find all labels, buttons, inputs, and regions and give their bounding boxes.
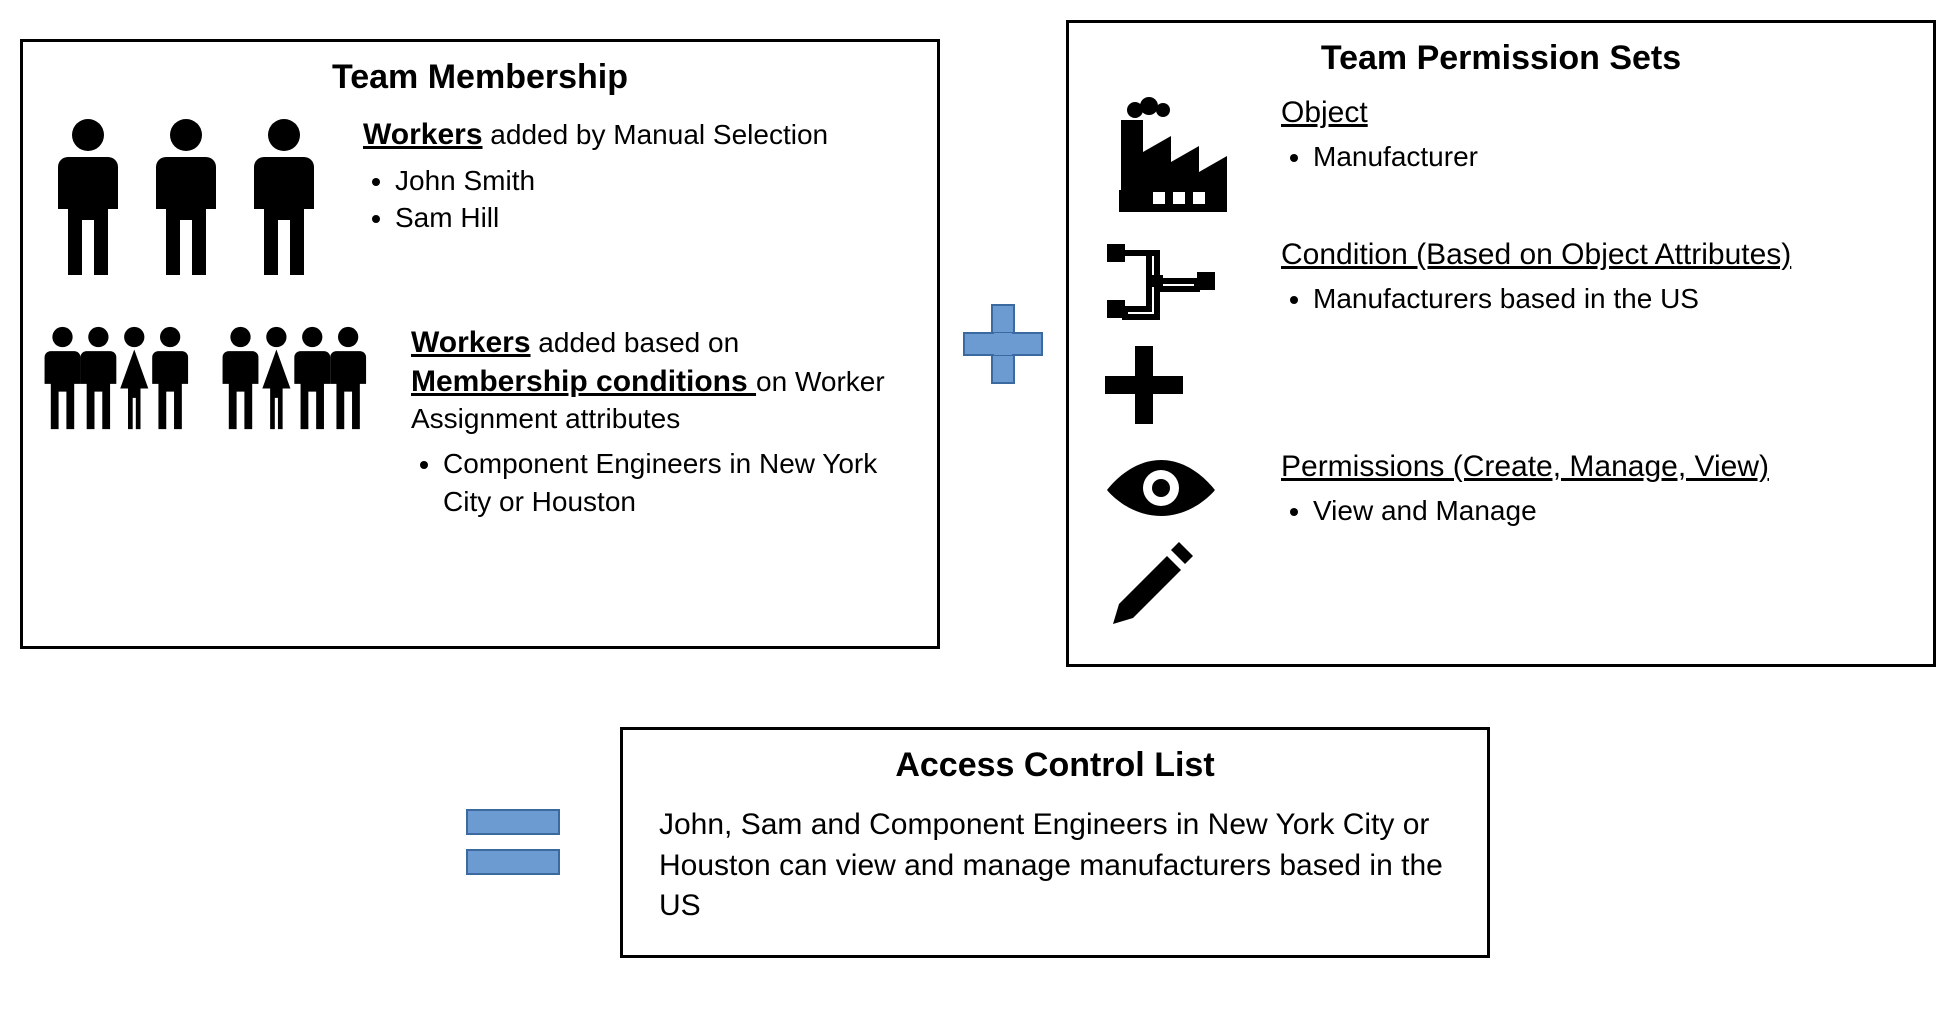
group-people-icon xyxy=(43,323,381,473)
hierarchy-and-plus-icon xyxy=(1089,238,1251,428)
workers-label: Workers xyxy=(363,118,483,151)
manual-item: Sam Hill xyxy=(395,199,917,237)
object-label: Object xyxy=(1281,96,1913,130)
membership-conditions-label: Membership conditions xyxy=(411,365,756,398)
equals-connector-icon xyxy=(466,809,560,875)
manual-list: John Smith Sam Hill xyxy=(395,162,917,238)
condition-label: Condition (Based on Object Attributes) xyxy=(1281,238,1913,272)
workers-label-2: Workers xyxy=(411,326,531,359)
conditions-list: Component Engineers in New York City or … xyxy=(443,445,917,521)
team-permission-sets-title: Team Permission Sets xyxy=(1089,39,1913,78)
manual-selection-text: Workers added by Manual Selection John S… xyxy=(363,115,917,238)
manual-selection-section: Workers added by Manual Selection John S… xyxy=(43,115,917,285)
condition-text: Condition (Based on Object Attributes) M… xyxy=(1281,238,1913,318)
conditions-item: Component Engineers in New York City or … xyxy=(443,445,917,521)
acl-title: Access Control List xyxy=(651,746,1459,785)
team-permission-sets-panel: Team Permission Sets xyxy=(1066,20,1936,667)
eye-and-pencil-icon xyxy=(1089,450,1251,634)
object-item: Manufacturer xyxy=(1313,138,1913,176)
conditions-text: Workers added based on Membership condit… xyxy=(411,323,917,521)
permissions-text: Permissions (Create, Manage, View) View … xyxy=(1281,450,1913,530)
permissions-row: Permissions (Create, Manage, View) View … xyxy=(1089,450,1913,634)
object-row: Object Manufacturer xyxy=(1089,96,1913,216)
condition-list: Manufacturers based in the US xyxy=(1313,280,1913,318)
permissions-list: View and Manage xyxy=(1313,492,1913,530)
acl-text: John, Sam and Component Engineers in New… xyxy=(651,805,1459,927)
equals-bar xyxy=(466,849,560,875)
acl-panel: Access Control List John, Sam and Compon… xyxy=(620,727,1490,958)
permissions-item: View and Manage xyxy=(1313,492,1913,530)
object-text: Object Manufacturer xyxy=(1281,96,1913,176)
permissions-label: Permissions (Create, Manage, View) xyxy=(1281,450,1913,484)
top-row: Team Membership xyxy=(20,20,1936,667)
manual-tail: added by Manual Selection xyxy=(483,119,829,150)
conditions-section: Workers added based on Membership condit… xyxy=(43,323,917,521)
equals-bar xyxy=(466,809,560,835)
three-people-icon xyxy=(43,115,333,285)
object-list: Manufacturer xyxy=(1313,138,1913,176)
conditions-mid: added based on xyxy=(531,327,740,358)
team-membership-title: Team Membership xyxy=(43,58,917,97)
condition-row: Condition (Based on Object Attributes) M… xyxy=(1089,238,1913,428)
manual-item: John Smith xyxy=(395,162,917,200)
bottom-row: Access Control List John, Sam and Compon… xyxy=(20,727,1936,958)
team-membership-panel: Team Membership xyxy=(20,39,940,649)
factory-icon xyxy=(1089,96,1251,216)
condition-item: Manufacturers based in the US xyxy=(1313,280,1913,318)
plus-connector-icon xyxy=(958,299,1048,389)
